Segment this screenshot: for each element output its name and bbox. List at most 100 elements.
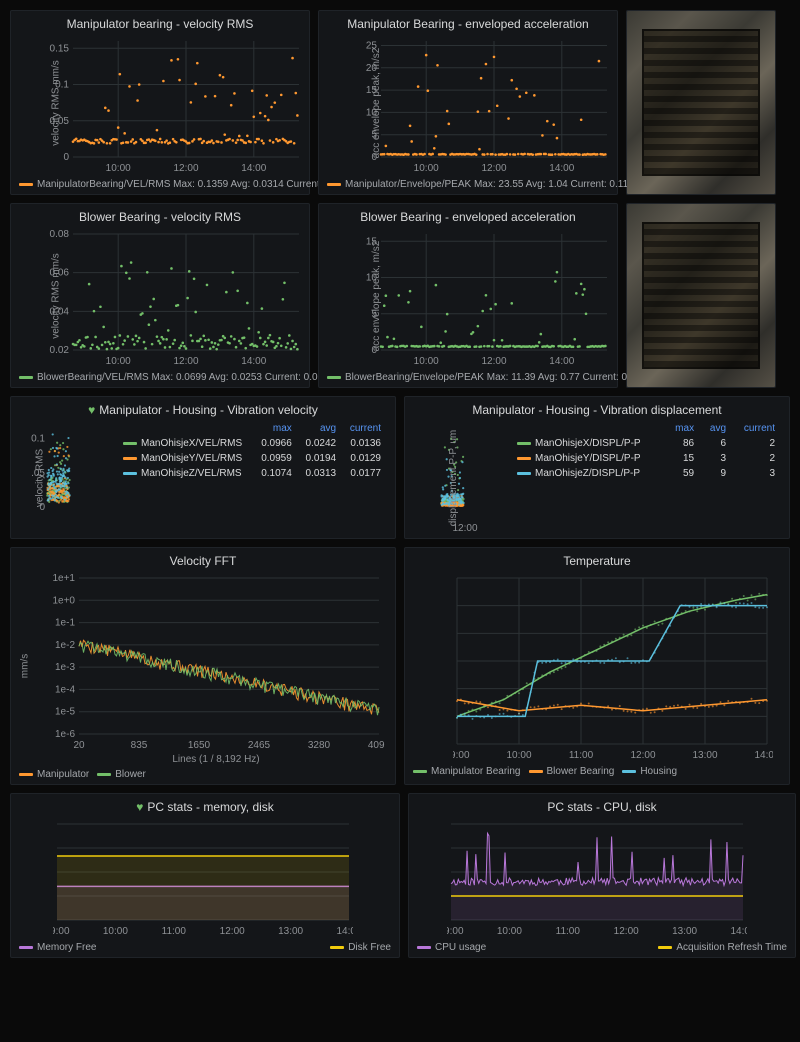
panel-blower-vel-rms[interactable]: Blower Bearing - velocity RMS velocity R… <box>10 203 310 388</box>
panel-housing-vib-vel[interactable]: ♥Manipulator - Housing - Vibration veloc… <box>10 396 396 539</box>
svg-text:13:00: 13:00 <box>278 926 303 937</box>
chart[interactable]: 051015202510:0012:0014:00 <box>353 35 613 175</box>
panel-pc-memory-disk[interactable]: ♥PC stats - memory, disk 8 GB6 GB4 GB2 G… <box>10 793 400 958</box>
svg-text:10: 10 <box>366 107 378 118</box>
svg-text:12:00: 12:00 <box>630 750 655 761</box>
legend-item[interactable]: CPU usage <box>417 942 486 953</box>
heart-icon: ♥ <box>88 403 95 417</box>
x-tick: 12:00 <box>425 523 505 534</box>
panel-blower-env-acc[interactable]: Blower Bearing - enveloped acceleration … <box>318 203 618 388</box>
image-panel-2[interactable] <box>626 203 776 388</box>
legend-label: Acquisition Refresh Time <box>676 942 787 953</box>
svg-text:3280: 3280 <box>308 740 331 751</box>
svg-text:14:00: 14:00 <box>241 356 266 367</box>
svg-text:2465: 2465 <box>248 740 271 751</box>
svg-text:1e-5: 1e-5 <box>55 707 75 718</box>
svg-text:1e-3: 1e-3 <box>55 662 75 673</box>
svg-text:0.05: 0.05 <box>50 116 70 127</box>
x-axis-label: Lines (1 / 8,192 Hz) <box>45 754 387 765</box>
chart[interactable]: 22.5 °C22.0 °C21.5 °C21.0 °C20.5 °C20.0 … <box>453 572 773 762</box>
stats-row[interactable]: ManOhisjeX/VEL/RMS0.09660.02420.0136 <box>117 436 387 451</box>
chart[interactable]: 05101510:0012:0014:00 <box>353 228 613 368</box>
panel-title: Velocity FFT <box>19 554 387 568</box>
svg-text:1e-6: 1e-6 <box>55 729 75 740</box>
svg-text:10:00: 10:00 <box>103 926 128 937</box>
legend-item[interactable]: Blower <box>97 769 146 780</box>
panel-title: Blower Bearing - velocity RMS <box>19 210 301 224</box>
stats-row[interactable]: ManOhisjeZ/VEL/RMS0.10740.03130.0177 <box>117 466 387 481</box>
panel-temperature[interactable]: Temperature 22.5 °C22.0 °C21.5 °C21.0 °C… <box>404 547 790 785</box>
legend-label: Manipulator <box>37 769 89 780</box>
legend-item[interactable]: Acquisition Refresh Time <box>658 942 787 953</box>
panel-manipulator-vel-rms[interactable]: Manipulator bearing - velocity RMS veloc… <box>10 10 310 195</box>
y-axis-label: displacement P-P, um <box>448 429 459 526</box>
legend-label: Housing <box>640 766 677 777</box>
stats-row[interactable]: ManOhisjeZ/DISPL/P-P5993 <box>511 466 781 481</box>
legend-item[interactable]: Memory Free <box>19 942 96 953</box>
svg-text:14:00: 14:00 <box>549 356 574 367</box>
legend-swatch <box>529 770 543 773</box>
stats-row[interactable]: ManOhisjeY/DISPL/P-P1532 <box>511 451 781 466</box>
panel-title: Temperature <box>413 554 781 568</box>
panel-title: PC stats - CPU, disk <box>417 800 787 814</box>
legend-swatch <box>97 773 111 776</box>
stats-row[interactable]: ManOhisjeY/VEL/RMS0.09590.01940.0129 <box>117 451 387 466</box>
svg-text:4095: 4095 <box>368 740 385 751</box>
svg-text:10:00: 10:00 <box>106 163 131 174</box>
row-1: Manipulator bearing - velocity RMS veloc… <box>10 10 790 195</box>
chart[interactable]: 1e+11e+01e-11e-21e-31e-41e-51e-620835165… <box>45 572 385 752</box>
svg-text:0: 0 <box>63 152 69 163</box>
svg-text:0.15: 0.15 <box>50 43 70 54</box>
row-2: Blower Bearing - velocity RMS velocity R… <box>10 203 790 388</box>
legend-item[interactable]: Manipulator <box>19 769 89 780</box>
svg-text:1e+1: 1e+1 <box>52 573 75 584</box>
svg-text:11:00: 11:00 <box>569 750 594 761</box>
chart[interactable]: 100%75%50%25%0%1.00 s750 ms500 ms250 ms0… <box>447 818 747 938</box>
legend-label: Blower Bearing <box>547 766 615 777</box>
svg-text:1e+0: 1e+0 <box>52 595 75 606</box>
legend-item[interactable]: Blower Bearing <box>529 766 615 777</box>
svg-text:5: 5 <box>371 130 377 141</box>
svg-text:20: 20 <box>73 740 85 751</box>
legend-item[interactable]: Housing <box>622 766 677 777</box>
svg-text:0.1: 0.1 <box>55 80 69 91</box>
chart[interactable]: 0 0.05 0.1 0.15 10:00 12:00 14:00 <box>45 35 305 175</box>
svg-text:0.08: 0.08 <box>50 229 70 240</box>
svg-text:1e-1: 1e-1 <box>55 618 75 629</box>
svg-text:11:00: 11:00 <box>162 926 187 937</box>
image-panel-1[interactable] <box>626 10 776 195</box>
svg-text:13:00: 13:00 <box>692 750 717 761</box>
legend-item[interactable]: Manipulator Bearing <box>413 766 521 777</box>
panel-pc-cpu-disk[interactable]: PC stats - CPU, disk 100%75%50%25%0%1.00… <box>408 793 796 958</box>
stats-row[interactable]: ManOhisjeX/DISPL/P-P8662 <box>511 436 781 451</box>
svg-text:835: 835 <box>131 740 148 751</box>
machine-image <box>627 204 775 387</box>
svg-text:14:00: 14:00 <box>241 163 266 174</box>
svg-text:10:00: 10:00 <box>506 750 531 761</box>
panel-velocity-fft[interactable]: Velocity FFT mm/s 1e+11e+01e-11e-21e-31e… <box>10 547 396 785</box>
panel-housing-vib-disp[interactable]: Manipulator - Housing - Vibration displa… <box>404 396 790 539</box>
panel-title: Manipulator - Housing - Vibration displa… <box>413 403 781 417</box>
stats-table: maxavgcurrent ManOhisjeX/VEL/RMS0.09660.… <box>117 421 387 481</box>
panel-manipulator-env-acc[interactable]: Manipulator Bearing - enveloped accelera… <box>318 10 618 195</box>
svg-text:0.02: 0.02 <box>50 345 70 356</box>
legend-label: Memory Free <box>37 942 96 953</box>
svg-text:0.06: 0.06 <box>50 268 70 279</box>
legend-item[interactable]: Disk Free <box>330 942 391 953</box>
svg-text:10: 10 <box>366 273 378 284</box>
legend-label: Disk Free <box>348 942 391 953</box>
machine-image <box>627 11 775 194</box>
chart[interactable]: 0.020.040.060.0810:0012:0014:00 <box>45 228 305 368</box>
panel-title: ♥PC stats - memory, disk <box>19 800 391 814</box>
legend-text: BlowerBearing/VEL/RMS Max: 0.0699 Avg: 0… <box>37 372 329 383</box>
legend-swatch <box>330 946 344 949</box>
chart[interactable]: 8 GB6 GB4 GB2 GB0 MB150 GB100 GB50 GB0 M… <box>53 818 353 938</box>
svg-text:12:00: 12:00 <box>614 926 639 937</box>
svg-text:12:00: 12:00 <box>173 163 198 174</box>
svg-text:09:00: 09:00 <box>447 926 464 937</box>
legend-swatch <box>658 946 672 949</box>
svg-text:15: 15 <box>366 236 378 247</box>
chart[interactable] <box>425 421 505 521</box>
svg-text:20: 20 <box>366 63 378 74</box>
svg-text:15: 15 <box>366 85 378 96</box>
